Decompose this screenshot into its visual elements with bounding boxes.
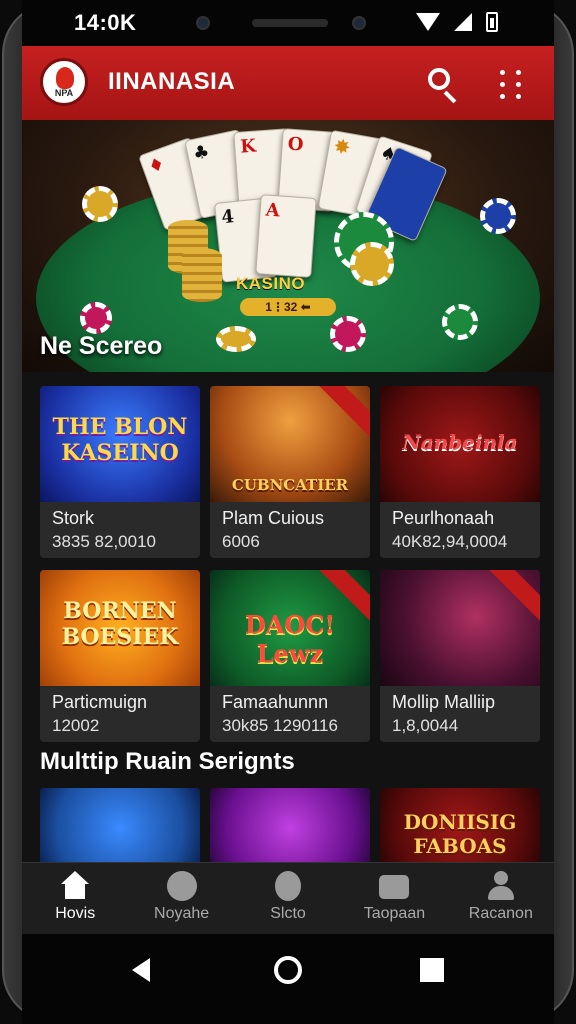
game-thumbnail: CUBNCATIER — [210, 386, 370, 502]
nav-item-camera[interactable]: Taopaan — [341, 863, 447, 934]
home-button-icon[interactable] — [274, 956, 302, 984]
nav-item-profile[interactable]: Racanon — [448, 863, 554, 934]
new-ribbon — [310, 386, 370, 442]
playing-card: A — [255, 194, 317, 278]
hero-pill: 1⋮32 ⬅ — [240, 298, 336, 316]
signal-icon — [454, 13, 472, 31]
flame-icon — [56, 67, 74, 89]
status-icons — [416, 12, 498, 32]
nav-label: Noyahe — [154, 905, 210, 922]
game-tile[interactable]: THE BLON KASEINO Stork 3835 82,0010 — [40, 386, 200, 558]
game-name: Famaahunnn — [222, 692, 329, 712]
more-options-icon[interactable] — [494, 64, 534, 104]
game-tile[interactable] — [210, 788, 370, 868]
home-icon — [60, 871, 90, 901]
nav-item-home[interactable]: Hovis — [22, 863, 128, 934]
battery-icon — [486, 12, 498, 32]
poker-chip — [80, 302, 112, 334]
camera-icon — [379, 875, 410, 899]
game-tile[interactable] — [40, 788, 200, 868]
game-count: 40K82,94,0004 — [392, 532, 508, 551]
hero-banner[interactable]: ♦ ♣ K O ✸ ♠ 4 A KASINO 1⋮32 ⬅ Ne Scereo — [22, 120, 554, 372]
poker-chip — [480, 198, 516, 234]
game-thumbnail — [40, 788, 200, 868]
game-thumbnail: BORNEN BOESIEK — [40, 570, 200, 686]
nav-label: Slcto — [270, 905, 306, 922]
front-camera-icon — [196, 16, 210, 30]
game-tile[interactable]: DONIISIG FABOAS — [380, 788, 540, 868]
game-thumbnail: THE BLON KASEINO — [40, 386, 200, 502]
game-tile[interactable]: Mollip Malliip 1,8,0044 — [380, 570, 540, 742]
section-title: Multtip Ruain Serignts — [40, 748, 295, 775]
back-icon[interactable] — [132, 958, 150, 982]
game-thumbnail: DAOC! Lewz — [210, 570, 370, 686]
hero-title: Ne Scereo — [40, 332, 163, 360]
earpiece-speaker — [252, 19, 328, 27]
poker-chip — [216, 326, 256, 352]
sensor-icon — [352, 16, 366, 30]
game-count: 30k85 1290116 — [222, 716, 338, 735]
status-bar: 14:0K — [22, 0, 554, 46]
nav-item-slots[interactable]: Slcto — [235, 863, 341, 934]
poker-chip — [82, 186, 118, 222]
game-grid-row-2: BORNEN BOESIEK Particmuign 12002 DAOC! L… — [40, 570, 540, 742]
camera-notch — [196, 14, 386, 34]
game-count: 6006 — [222, 532, 260, 551]
game-thumbnail — [210, 788, 370, 868]
game-name: Plam Cuious — [222, 508, 325, 528]
game-thumbnail: Nanbeinla — [380, 386, 540, 502]
poker-chip — [350, 242, 394, 286]
system-navigation-bar — [22, 934, 554, 1024]
game-thumbnail: DONIISIG FABOAS — [380, 788, 540, 868]
game-name: Mollip Malliip — [392, 692, 496, 712]
game-name: Particmuign — [52, 692, 148, 712]
chip-stack — [182, 248, 222, 302]
logo-text: NPA — [54, 88, 74, 98]
app-bar: NPA IINANASIA — [22, 46, 554, 120]
wifi-icon — [416, 13, 440, 31]
nav-label: Hovis — [55, 905, 96, 922]
bottom-navigation: Hovis Noyahe Slcto Taopaan Racanon — [22, 862, 554, 934]
nav-item-games[interactable]: Noyahe — [128, 863, 234, 934]
hero-brand-label: KASINO — [236, 274, 306, 293]
game-name: Peurlhonaah — [392, 508, 495, 528]
search-icon[interactable] — [422, 64, 462, 104]
nav-label: Taopaan — [363, 905, 426, 922]
slots-icon — [275, 871, 302, 901]
games-icon — [166, 871, 197, 901]
game-tile[interactable]: BORNEN BOESIEK Particmuign 12002 — [40, 570, 200, 742]
poker-chip — [330, 316, 366, 352]
game-name: Stork — [52, 508, 95, 528]
game-count: 1,8,0044 — [392, 716, 459, 735]
status-time: 14:0K — [74, 10, 137, 35]
user-icon — [486, 871, 516, 901]
app-title: IINANASIA — [108, 68, 236, 95]
screen: 14:0K NPA IINANASIA ♦ ♣ K O ✸ ♠ 4 A KASI… — [22, 0, 554, 1024]
game-count: 12002 — [52, 716, 100, 735]
game-grid-row-3: DONIISIG FABOAS — [40, 788, 540, 868]
recent-apps-icon[interactable] — [420, 958, 444, 982]
poker-chip — [442, 304, 478, 340]
app-logo[interactable]: NPA — [40, 58, 88, 106]
game-tile[interactable]: DAOC! Lewz Famaahunnn 30k85 1290116 — [210, 570, 370, 742]
game-count: 3835 82,0010 — [52, 532, 156, 551]
new-ribbon — [480, 570, 540, 626]
game-tile[interactable]: CUBNCATIER Plam Cuious 6006 — [210, 386, 370, 558]
game-thumbnail — [380, 570, 540, 686]
game-grid-row-1: THE BLON KASEINO Stork 3835 82,0010 CUBN… — [40, 386, 540, 558]
game-tile[interactable]: Nanbeinla Peurlhonaah 40K82,94,0004 — [380, 386, 540, 558]
nav-label: Racanon — [468, 905, 533, 922]
